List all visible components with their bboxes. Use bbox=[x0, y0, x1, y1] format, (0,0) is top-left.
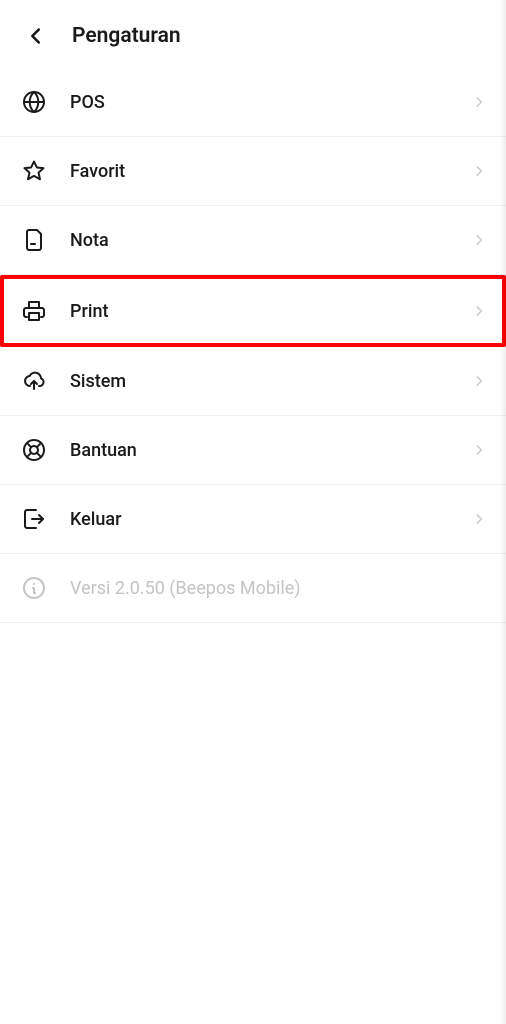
chevron-right-icon bbox=[472, 304, 486, 318]
chevron-right-icon bbox=[472, 443, 486, 457]
version-row: Versi 2.0.50 (Beepos Mobile) bbox=[0, 554, 506, 623]
menu-item-keluar[interactable]: Keluar bbox=[0, 485, 506, 554]
menu-item-label: Bantuan bbox=[70, 440, 448, 461]
menu-item-label: Sistem bbox=[70, 371, 448, 392]
menu-item-bantuan[interactable]: Bantuan bbox=[0, 416, 506, 485]
version-label: Versi 2.0.50 (Beepos Mobile) bbox=[70, 578, 486, 599]
menu-item-sistem[interactable]: Sistem bbox=[0, 347, 506, 416]
chevron-right-icon bbox=[472, 233, 486, 247]
chevron-right-icon bbox=[472, 95, 486, 109]
menu-item-label: POS bbox=[70, 92, 448, 113]
menu-item-label: Favorit bbox=[70, 161, 448, 182]
chevron-right-icon bbox=[472, 164, 486, 178]
chevron-left-icon bbox=[25, 25, 47, 47]
menu-item-label: Print bbox=[70, 301, 448, 322]
menu-item-label: Nota bbox=[70, 230, 448, 251]
lifebuoy-icon bbox=[22, 438, 46, 462]
page-title: Pengaturan bbox=[72, 24, 181, 48]
menu-item-pos[interactable]: POS bbox=[0, 68, 506, 137]
header: Pengaturan bbox=[0, 0, 506, 68]
menu-item-label: Keluar bbox=[70, 509, 448, 530]
settings-list: POS Favorit Nota bbox=[0, 68, 506, 623]
star-icon bbox=[22, 159, 46, 183]
chevron-right-icon bbox=[472, 374, 486, 388]
chevron-right-icon bbox=[472, 512, 486, 526]
cloud-upload-icon bbox=[22, 369, 46, 393]
globe-icon bbox=[22, 90, 46, 114]
menu-item-favorit[interactable]: Favorit bbox=[0, 137, 506, 206]
menu-item-print[interactable]: Print bbox=[0, 275, 506, 347]
logout-icon bbox=[22, 507, 46, 531]
document-icon bbox=[22, 228, 46, 252]
back-button[interactable] bbox=[24, 24, 48, 48]
printer-icon bbox=[22, 299, 46, 323]
info-icon bbox=[22, 576, 46, 600]
menu-item-nota[interactable]: Nota bbox=[0, 206, 506, 275]
